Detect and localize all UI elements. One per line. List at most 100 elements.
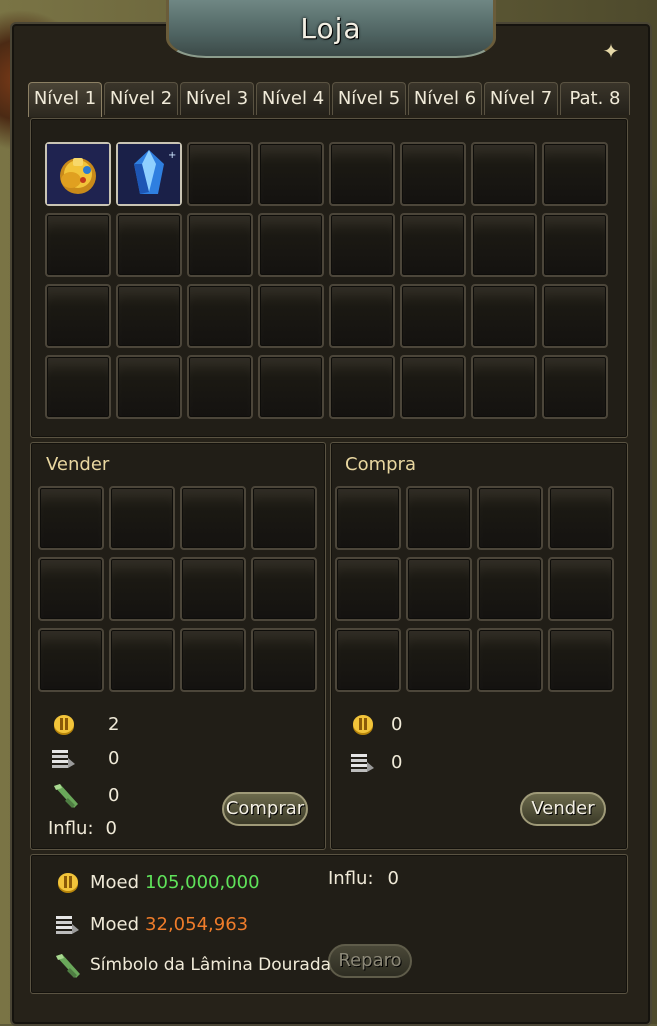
tab-bar: Nível 1 Nível 2 Nível 3 Nível 4 Nível 5 … <box>28 82 630 117</box>
sell-coin-row: 2 <box>50 712 119 736</box>
golden-blade-symbol-icon <box>54 784 78 808</box>
tab-nivel-7[interactable]: Nível 7 <box>484 82 558 115</box>
window-title: Loja <box>300 12 362 45</box>
svg-text:+: + <box>168 150 176 161</box>
shop-slot[interactable] <box>116 284 182 348</box>
vender-button[interactable]: Vender <box>520 792 606 826</box>
sell-slot[interactable] <box>109 486 175 550</box>
sell-silver-value: 0 <box>108 747 120 769</box>
buy-slot[interactable] <box>548 628 614 692</box>
comprar-button[interactable]: Comprar <box>222 792 308 826</box>
sell-slot[interactable] <box>180 486 246 550</box>
sell-influ-value: 0 <box>105 818 117 839</box>
silver-stack-icon <box>52 750 75 768</box>
shop-slot[interactable] <box>258 355 324 419</box>
buy-slot[interactable] <box>406 557 472 621</box>
sell-blade-value: 0 <box>108 784 120 806</box>
buy-slot[interactable] <box>548 557 614 621</box>
tab-nivel-1[interactable]: Nível 1 <box>28 82 102 117</box>
sell-coin-value: 2 <box>108 713 120 735</box>
shop-slot[interactable] <box>329 284 395 348</box>
gold-coin-icon <box>58 873 78 893</box>
tab-nivel-6[interactable]: Nível 6 <box>408 82 482 115</box>
sell-influ-row: Influ: 0 <box>48 818 117 839</box>
shop-slot[interactable] <box>187 284 253 348</box>
shop-slot[interactable] <box>542 213 608 277</box>
shop-slot[interactable] <box>400 355 466 419</box>
sell-slot[interactable] <box>38 486 104 550</box>
sell-slot[interactable] <box>180 557 246 621</box>
close-icon[interactable]: ✦ <box>600 40 622 62</box>
shop-slot[interactable] <box>329 355 395 419</box>
sell-slot[interactable] <box>38 628 104 692</box>
sell-slot[interactable] <box>251 628 317 692</box>
footer-moed-value-2: 32,054,963 <box>145 913 249 935</box>
tab-nivel-3[interactable]: Nível 3 <box>180 82 254 115</box>
buy-slot[interactable] <box>477 628 543 692</box>
tab-nivel-4[interactable]: Nível 4 <box>256 82 330 115</box>
shop-slot[interactable] <box>400 213 466 277</box>
footer-influ-row: Influ: 0 <box>328 868 399 889</box>
tab-pat-8[interactable]: Pat. 8 <box>560 82 630 115</box>
shop-slot[interactable] <box>45 355 111 419</box>
sell-label: Vender <box>46 454 110 475</box>
sell-silver-row: 0 <box>50 746 119 770</box>
shop-slot[interactable] <box>329 142 395 206</box>
silver-stack-icon <box>56 916 79 934</box>
shop-slot[interactable] <box>471 284 537 348</box>
silver-stack-icon <box>351 754 374 772</box>
gold-coin-icon <box>54 715 74 735</box>
buy-slot[interactable] <box>406 486 472 550</box>
shop-slot[interactable] <box>116 213 182 277</box>
shop-slot[interactable] <box>116 355 182 419</box>
footer-influ-value: 0 <box>387 868 399 889</box>
buy-slot[interactable] <box>477 486 543 550</box>
sell-slot[interactable] <box>109 628 175 692</box>
reparo-button[interactable]: Reparo <box>328 944 412 978</box>
footer-blade-label: Símbolo da Lâmina Dourada <box>90 955 332 975</box>
sell-slot[interactable] <box>109 557 175 621</box>
buy-slot[interactable] <box>548 486 614 550</box>
buy-slot[interactable] <box>406 628 472 692</box>
footer-moed-row-2: Moed 32,054,963 <box>54 912 248 936</box>
shop-slot[interactable] <box>187 355 253 419</box>
sell-slot[interactable] <box>38 557 104 621</box>
shop-slot[interactable] <box>400 284 466 348</box>
golden-trumpet-icon <box>47 144 109 204</box>
shop-slot[interactable] <box>258 142 324 206</box>
shop-slot[interactable] <box>471 213 537 277</box>
buy-slot[interactable] <box>477 557 543 621</box>
footer-influ-label: Influ: <box>328 868 374 889</box>
tab-nivel-5[interactable]: Nível 5 <box>332 82 406 115</box>
tab-nivel-2[interactable]: Nível 2 <box>104 82 178 115</box>
sell-slot[interactable] <box>251 486 317 550</box>
shop-slot[interactable] <box>542 142 608 206</box>
buy-slot[interactable] <box>335 628 401 692</box>
shop-slot[interactable] <box>471 142 537 206</box>
footer-moed-row-1: Moed 105,000,000 <box>54 870 260 894</box>
golden-blade-symbol-icon <box>56 954 80 978</box>
shop-slot[interactable] <box>471 355 537 419</box>
buy-grid <box>335 486 615 695</box>
shop-slot-blue-crystal[interactable]: + <box>116 142 182 206</box>
sell-slot[interactable] <box>180 628 246 692</box>
shop-slot[interactable] <box>187 142 253 206</box>
buy-silver-row: 0 <box>349 750 402 774</box>
shop-slot[interactable] <box>45 213 111 277</box>
shop-slot[interactable] <box>258 284 324 348</box>
shop-slot[interactable] <box>258 213 324 277</box>
shop-slot[interactable] <box>400 142 466 206</box>
blue-crystal-icon: + <box>118 144 180 204</box>
sell-slot[interactable] <box>251 557 317 621</box>
shop-slot[interactable] <box>45 284 111 348</box>
shop-slot-golden-trumpet[interactable] <box>45 142 111 206</box>
shop-slot[interactable] <box>542 284 608 348</box>
buy-coin-value: 0 <box>391 713 403 735</box>
sell-grid <box>38 486 318 695</box>
gold-coin-icon <box>353 715 373 735</box>
shop-slot[interactable] <box>329 213 395 277</box>
buy-slot[interactable] <box>335 557 401 621</box>
shop-slot[interactable] <box>187 213 253 277</box>
shop-slot[interactable] <box>542 355 608 419</box>
buy-slot[interactable] <box>335 486 401 550</box>
